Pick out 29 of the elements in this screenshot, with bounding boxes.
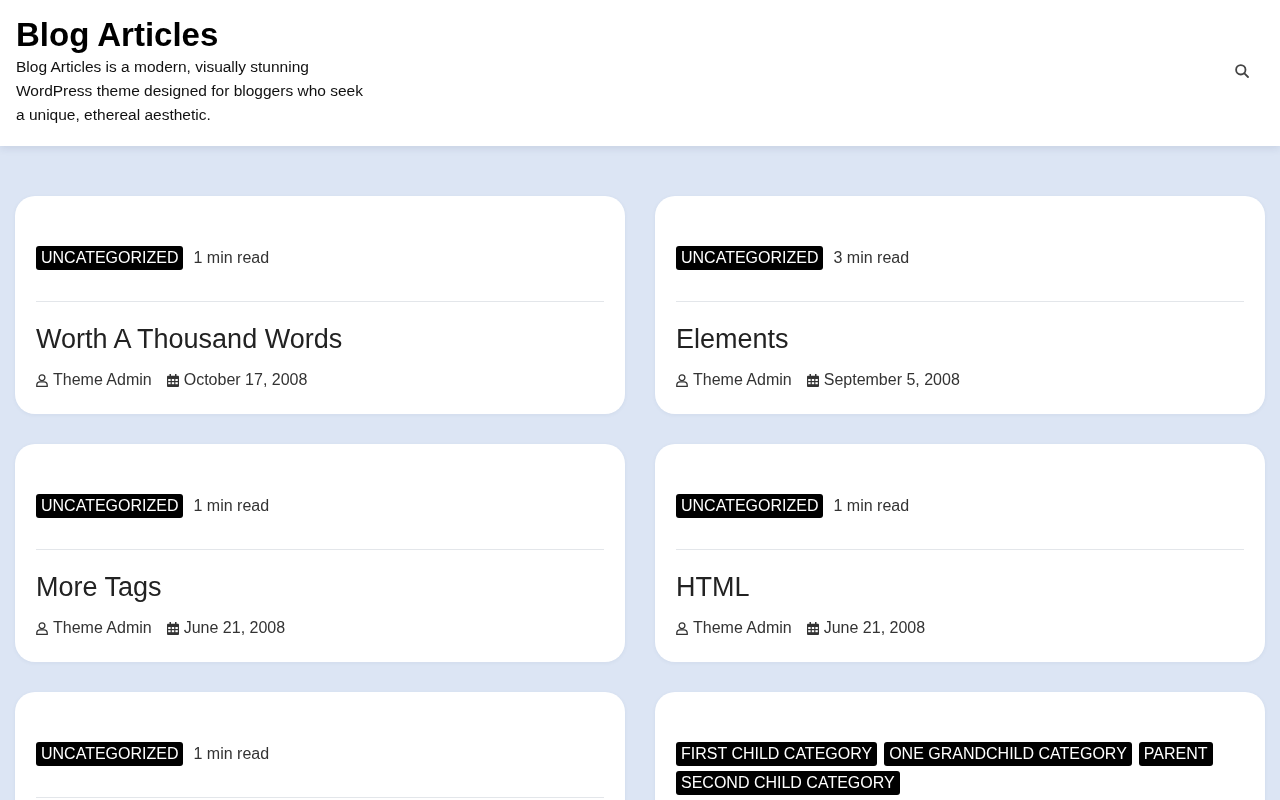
read-time: 1 min read — [193, 248, 270, 268]
category-tag[interactable]: UNCATEGORIZED — [36, 742, 184, 766]
search-icon — [1235, 64, 1249, 78]
user-icon — [36, 621, 48, 635]
post-title[interactable]: Elements — [676, 322, 789, 356]
post-title[interactable]: HTML — [676, 570, 750, 604]
read-time: 3 min read — [833, 248, 910, 268]
category-tag[interactable]: UNCATEGORIZED — [36, 494, 184, 518]
calendar-icon — [166, 373, 179, 387]
read-time: 1 min read — [193, 744, 270, 764]
category-tag[interactable]: UNCATEGORIZED — [676, 494, 824, 518]
user-icon — [676, 621, 688, 635]
site-title[interactable]: Blog Articles — [16, 15, 219, 55]
user-icon — [36, 373, 48, 387]
category-tag[interactable]: UNCATEGORIZED — [676, 246, 824, 270]
read-time: 1 min read — [833, 496, 910, 516]
user-icon — [676, 373, 688, 387]
category-tag[interactable]: ONE GRANDCHILD CATEGORY — [884, 742, 1132, 766]
calendar-icon — [166, 621, 179, 635]
category-tag[interactable]: UNCATEGORIZED — [36, 246, 184, 270]
calendar-icon — [806, 373, 819, 387]
calendar-icon — [806, 621, 819, 635]
read-time: 1 min read — [193, 496, 270, 516]
category-tag[interactable]: FIRST CHILD CATEGORY — [676, 742, 878, 766]
category-tag[interactable]: PARENT — [1138, 742, 1213, 766]
category-tag[interactable]: SECOND CHILD CATEGORY — [676, 771, 900, 795]
post-title[interactable]: More Tags — [36, 570, 162, 604]
site-description: Blog Articles is a modern, visually stunning WordPress theme designed for bloggers who seek a unique, ethereal aesthetic. — [16, 57, 364, 125]
post-title[interactable]: Worth A Thousand Words — [36, 322, 343, 356]
